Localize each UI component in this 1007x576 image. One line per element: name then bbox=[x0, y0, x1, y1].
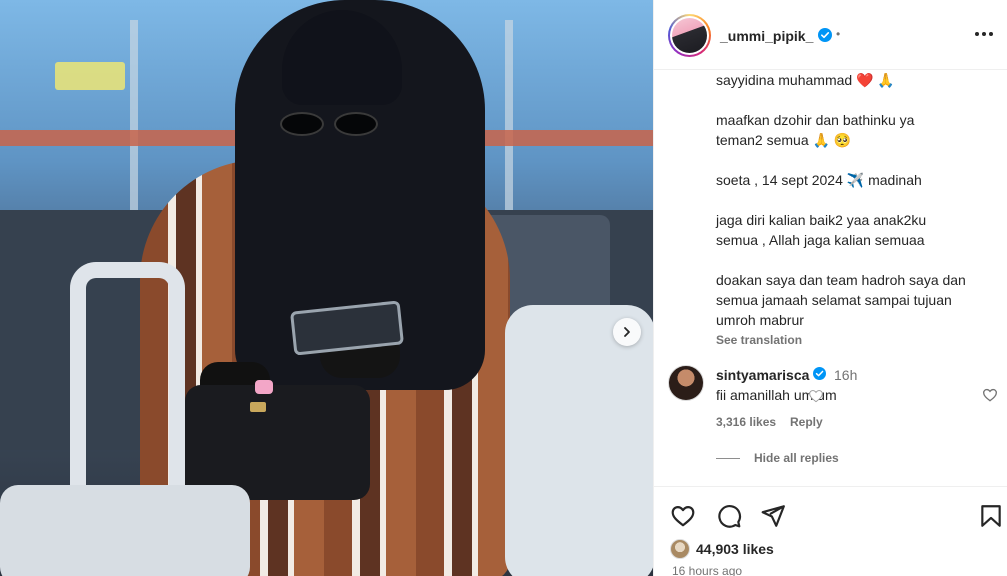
hide-replies-label: Hide all replies bbox=[754, 451, 839, 465]
post-image[interactable] bbox=[0, 0, 653, 576]
caption-line: sayyidina muhammad ❤️ 🙏 bbox=[716, 72, 895, 88]
likes-count[interactable]: 44,903 likes bbox=[696, 541, 774, 557]
comment-likes[interactable]: 3,316 likes bbox=[716, 415, 776, 429]
more-options-button[interactable] bbox=[972, 22, 996, 46]
caption-line: maafkan dzohir dan bathinku ya bbox=[716, 112, 915, 128]
like-button[interactable] bbox=[670, 503, 696, 529]
author-avatar[interactable] bbox=[668, 14, 711, 57]
replies-divider bbox=[716, 457, 740, 459]
save-button[interactable] bbox=[978, 503, 1004, 529]
heart-icon bbox=[671, 506, 695, 527]
caption-line: teman2 semua 🙏 🥺 bbox=[716, 132, 852, 148]
post-actions: 44,903 likes 16 hours ago bbox=[654, 486, 1007, 576]
header-separator: • bbox=[836, 27, 841, 41]
caption-line: semua , Allah jaga kalian semuaa bbox=[716, 232, 925, 248]
verified-badge-icon bbox=[813, 367, 826, 380]
liker-avatar bbox=[670, 539, 690, 559]
suitcase-handle bbox=[70, 262, 185, 502]
caption-paragraph: maafkan dzohir dan bathinku ya teman2 se… bbox=[716, 110, 998, 150]
handbag-logo bbox=[250, 402, 266, 412]
caption-paragraph: soeta , 14 sept 2024 ✈️ madinah bbox=[716, 170, 998, 190]
more-options-icon bbox=[975, 32, 993, 36]
author-username[interactable]: _ummi_pipik_ bbox=[720, 28, 813, 44]
caption-line: doakan saya dan team hadroh saya dan bbox=[716, 272, 966, 288]
caption-paragraph: sayyidina muhammad ❤️ 🙏 bbox=[716, 70, 998, 90]
background-pillar bbox=[505, 20, 513, 220]
comment-reply-button[interactable]: Reply bbox=[790, 415, 823, 429]
comment-button[interactable] bbox=[716, 503, 742, 529]
caption-paragraph: jaga diri kalian baik2 yaa anak2ku semua… bbox=[716, 210, 998, 250]
share-icon bbox=[761, 505, 785, 527]
white-heart-emoji-icon bbox=[809, 390, 823, 403]
hide-replies-button[interactable]: Hide all replies bbox=[716, 451, 839, 465]
likes-summary[interactable]: 44,903 likes bbox=[670, 539, 774, 559]
caption-line: umroh mabrur bbox=[716, 312, 804, 328]
comment-like-button[interactable] bbox=[982, 387, 998, 403]
caption-line: semua jamaah selamat sampai tujuan bbox=[716, 292, 952, 308]
next-image-button[interactable] bbox=[613, 318, 641, 346]
glove-accent bbox=[255, 380, 273, 394]
suitcase-right bbox=[505, 305, 653, 576]
comment-icon bbox=[718, 505, 742, 528]
bookmark-icon bbox=[981, 505, 1001, 527]
person-sunglasses bbox=[280, 112, 380, 138]
background-sign bbox=[55, 62, 125, 90]
post-timestamp[interactable]: 16 hours ago bbox=[672, 564, 742, 576]
chevron-right-icon bbox=[624, 327, 630, 337]
commenter-username[interactable]: sintyamarisca bbox=[716, 367, 809, 383]
suitcase-left bbox=[0, 485, 250, 576]
share-button[interactable] bbox=[760, 503, 786, 529]
caption-paragraph: doakan saya dan team hadroh saya dan sem… bbox=[716, 270, 998, 330]
caption-line: jaga diri kalian baik2 yaa anak2ku bbox=[716, 212, 927, 228]
handbag bbox=[185, 385, 370, 500]
post-caption: sayyidina muhammad ❤️ 🙏 maafkan dzohir d… bbox=[716, 70, 998, 348]
commenter-avatar[interactable] bbox=[668, 365, 704, 401]
caption-line: soeta , 14 sept 2024 ✈️ madinah bbox=[716, 172, 922, 188]
see-translation-link[interactable]: See translation bbox=[716, 332, 998, 348]
verified-badge-icon bbox=[818, 28, 832, 42]
post-details-panel: _ummi_pipik_ • sayyidina muhammad ❤️ 🙏 m… bbox=[653, 0, 1007, 576]
comment-time[interactable]: 16h bbox=[834, 367, 857, 383]
post-header: _ummi_pipik_ • bbox=[654, 0, 1007, 70]
background-pillar bbox=[130, 20, 138, 220]
